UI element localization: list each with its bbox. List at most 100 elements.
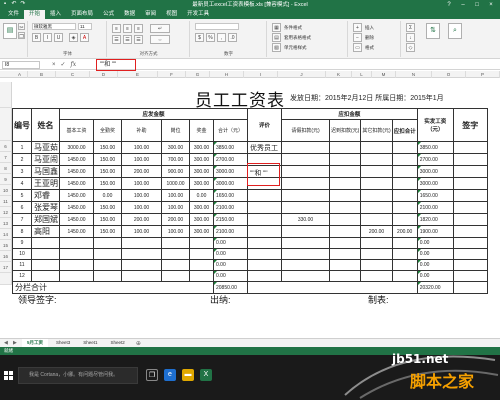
cell-post[interactable]: 100.00 — [161, 225, 190, 238]
row-header[interactable]: 8 — [0, 163, 12, 174]
next-sheet-icon[interactable]: ▶ — [13, 340, 19, 346]
row-header[interactable] — [0, 273, 12, 285]
currency-icon[interactable]: $ — [195, 33, 204, 42]
cell-dt[interactable] — [391, 248, 418, 260]
sort-filter-icon[interactable]: ⇅ — [426, 23, 440, 39]
cell-base[interactable]: 1450.00 — [59, 153, 94, 166]
tab-page-layout[interactable]: 页面布局 — [66, 10, 98, 19]
cell-actual[interactable]: 1650.00 — [416, 189, 454, 202]
cell-no[interactable]: 6 — [12, 201, 32, 214]
align-left-icon[interactable]: ☰ — [112, 35, 121, 44]
clear-icon[interactable]: ◇ — [406, 43, 415, 52]
merge-cells-icon[interactable]: ⇔ — [150, 35, 170, 44]
cell-total[interactable]: 3000.00 — [213, 177, 248, 190]
sheet-tab[interactable]: Sheet2 — [106, 339, 130, 347]
cell-other[interactable] — [360, 177, 393, 190]
cell-total[interactable]: 1650.00 — [213, 189, 248, 202]
tab-formulas[interactable]: 公式 — [98, 10, 119, 19]
row-header[interactable] — [0, 82, 12, 108]
format-cells-label[interactable]: 格式 — [365, 45, 374, 51]
cell-bonus[interactable] — [189, 259, 214, 271]
cell-other[interactable] — [360, 259, 393, 271]
cell-post[interactable]: 200.00 — [161, 213, 190, 226]
cell-leave[interactable] — [281, 225, 330, 238]
align-bottom-icon[interactable]: ≡ — [134, 24, 143, 33]
cell-actual[interactable]: 3000.00 — [416, 165, 454, 178]
edge-icon[interactable]: e — [164, 369, 176, 381]
cell-att[interactable] — [93, 237, 122, 249]
cell-att[interactable] — [93, 259, 122, 271]
cell-att[interactable]: 150.00 — [93, 153, 122, 166]
cell-actual[interactable]: 1900.00 — [416, 225, 454, 238]
cell-sub[interactable] — [121, 259, 162, 271]
cell-review[interactable]: 优秀员工 — [247, 141, 282, 154]
cell-leave[interactable] — [281, 270, 330, 282]
find-select-icon[interactable]: ⌕ — [448, 23, 462, 39]
cell-sign[interactable] — [452, 225, 488, 238]
cell-sign[interactable] — [452, 213, 488, 226]
cell-att[interactable]: 0.00 — [93, 189, 122, 202]
header-no[interactable]: 编号 — [12, 108, 32, 142]
fill-icon[interactable]: ↓ — [406, 33, 415, 42]
cell-sub[interactable] — [121, 248, 162, 260]
cell-bonus[interactable]: 300.00 — [189, 213, 214, 226]
function-icon[interactable]: fx — [71, 61, 77, 69]
summary-actual[interactable]: 20320.00 — [416, 281, 454, 294]
cell-dt[interactable] — [391, 189, 418, 202]
cell-review[interactable] — [247, 225, 282, 238]
cell-no[interactable]: 8 — [12, 225, 32, 238]
conditional-format-label[interactable]: 条件格式 — [284, 25, 302, 31]
cell-leave[interactable] — [281, 248, 330, 260]
cell-att[interactable] — [93, 270, 122, 282]
cell-late[interactable] — [328, 141, 362, 154]
header-base[interactable]: 基本工资 — [59, 119, 94, 142]
row-header[interactable]: 13 — [0, 218, 12, 229]
header-subsidy[interactable]: 补助 — [121, 119, 162, 142]
cell-late[interactable] — [328, 189, 362, 202]
cell-bonus[interactable]: 300.00 — [189, 165, 214, 178]
cell-name[interactable]: 高阳 — [31, 225, 60, 238]
cell-leave[interactable]: 330.00 — [281, 213, 330, 226]
column-header[interactable]: I — [244, 71, 278, 78]
cell-late[interactable] — [328, 270, 362, 282]
row-header[interactable] — [0, 108, 12, 141]
font-color-icon[interactable]: A — [80, 33, 89, 42]
font-size-select[interactable]: 11 — [78, 23, 92, 30]
undo-icon[interactable]: ↶ — [11, 1, 17, 8]
tab-insert[interactable]: 插入 — [45, 10, 66, 19]
tab-file[interactable]: 文件 — [3, 10, 24, 19]
summary-blank[interactable] — [247, 281, 418, 294]
maximize-icon[interactable]: □ — [470, 0, 484, 10]
underline-icon[interactable]: U — [54, 33, 63, 42]
cortana-search-box[interactable]: 我是 Cortana，小娜。有问题尽管问我。 — [18, 367, 138, 384]
cell-review[interactable] — [247, 201, 282, 214]
cell-actual[interactable]: 2700.00 — [416, 153, 454, 166]
tab-view[interactable]: 视图 — [161, 10, 182, 19]
cell-post[interactable]: 700.00 — [161, 153, 190, 166]
cell-dt[interactable] — [391, 237, 418, 249]
cell-att[interactable]: 150.00 — [93, 165, 122, 178]
cell-other[interactable] — [360, 201, 393, 214]
cell-review[interactable] — [247, 270, 282, 282]
percent-icon[interactable]: % — [206, 33, 215, 42]
enter-icon[interactable]: ✓ — [61, 61, 66, 69]
column-header[interactable]: E — [118, 71, 158, 78]
header-review[interactable]: 评价 — [247, 108, 282, 142]
cell-styles-label[interactable]: 单元格样式 — [284, 45, 307, 51]
close-icon[interactable]: × — [484, 0, 498, 10]
cell-leave[interactable] — [281, 141, 330, 154]
cell-name[interactable]: 邓睿 — [31, 189, 60, 202]
cell-name[interactable] — [31, 259, 60, 271]
cell-other[interactable] — [360, 237, 393, 249]
cell-name[interactable]: 马亚闹 — [31, 153, 60, 166]
cell-leave[interactable] — [281, 177, 330, 190]
cell-other[interactable]: 200.00 — [360, 225, 393, 238]
cell-name[interactable]: 郑国斌 — [31, 213, 60, 226]
cell-name[interactable] — [31, 237, 60, 249]
cell-base[interactable] — [59, 259, 94, 271]
cell-no[interactable]: 4 — [12, 177, 32, 190]
cell-post[interactable] — [161, 248, 190, 260]
cell-bonus[interactable] — [189, 248, 214, 260]
cell-review[interactable] — [247, 259, 282, 271]
cell-no[interactable]: 1 — [12, 141, 32, 154]
